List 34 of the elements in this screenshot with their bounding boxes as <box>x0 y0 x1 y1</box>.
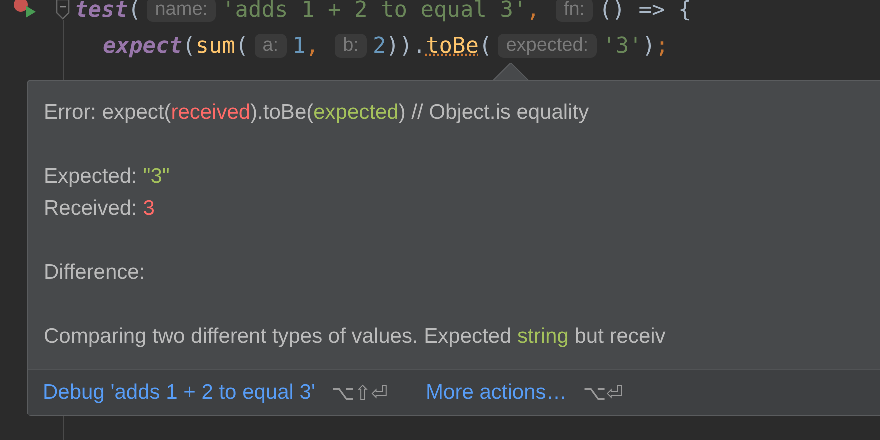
code-token: sum <box>196 34 236 58</box>
code-token: )). <box>386 34 426 58</box>
parameter-hint: name: <box>147 0 216 22</box>
shortcut-label: ⌥⇧⏎ <box>331 380 388 404</box>
code-token: 2 <box>372 34 386 58</box>
code-token: test <box>75 0 128 22</box>
method-name: toBe <box>426 34 479 58</box>
parameter-hint: expected: <box>498 34 597 58</box>
code-token: , <box>306 34 320 58</box>
message-line: Expected: "3" <box>44 164 171 190</box>
run-test-icon[interactable] <box>12 0 38 20</box>
message-line: Error: expect(received).toBe(expected) // Object.is equality <box>44 100 590 126</box>
message-line: Difference: <box>44 260 146 286</box>
code-token: () => { <box>599 0 692 22</box>
code-token: ) <box>642 34 656 58</box>
code-token: 'adds 1 + 2 to equal 3' <box>222 0 527 22</box>
code-token: ( <box>128 0 142 22</box>
shortcut-label: ⌥⏎ <box>583 380 624 404</box>
code-token: expect <box>103 34 182 58</box>
code-token: 1 <box>292 34 306 58</box>
code-token: '3' <box>602 34 642 58</box>
parameter-hint: fn: <box>556 0 594 22</box>
code-token: , <box>526 0 540 22</box>
code-token: ( <box>478 34 492 58</box>
action-link[interactable]: Debug 'adds 1 + 2 to equal 3' <box>43 380 316 404</box>
action-link[interactable]: More actions… <box>426 380 568 404</box>
code-token: ; <box>656 34 669 58</box>
message-line: Received: 3 <box>44 196 156 222</box>
code-token: ( <box>182 34 196 58</box>
parameter-hint: b: <box>335 34 367 58</box>
fold-marker-icon[interactable] <box>56 0 70 21</box>
code-token: ( <box>235 34 249 58</box>
parameter-hint: a: <box>254 34 287 58</box>
message-line: Comparing two different types of values. Expected string but receiv <box>44 324 667 350</box>
